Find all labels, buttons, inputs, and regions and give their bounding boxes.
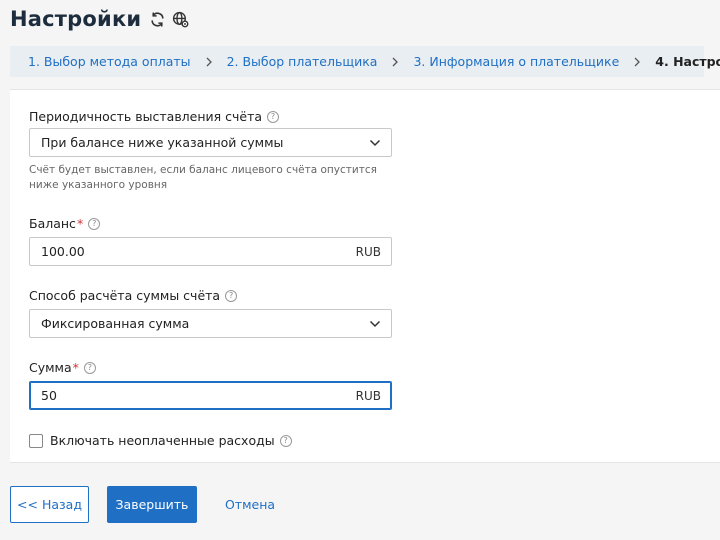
back-button[interactable]: << Назад	[10, 486, 89, 523]
amount-label: Сумма * ?	[29, 360, 96, 375]
cancel-button[interactable]: Отмена	[213, 486, 287, 523]
help-icon[interactable]: ?	[88, 217, 101, 230]
chevron-down-icon	[369, 320, 381, 328]
required-mark: *	[72, 360, 79, 375]
include-unpaid-row[interactable]: Включать неоплаченные расходы ?	[29, 433, 292, 448]
refresh-icon[interactable]	[149, 11, 166, 28]
balance-input[interactable]: 100.00 RUB	[29, 237, 392, 266]
periodicity-hint: Счёт будет выставлен, если баланс лицево…	[29, 164, 377, 191]
calc-method-select[interactable]: Фиксированная сумма	[29, 309, 392, 338]
include-unpaid-label[interactable]: Включать неоплаченные расходы	[50, 433, 275, 448]
help-icon[interactable]: ?	[225, 289, 238, 302]
balance-label: Баланс * ?	[29, 216, 101, 231]
chevron-down-icon	[369, 139, 381, 147]
required-mark: *	[76, 216, 84, 231]
breadcrumb-step-settings: 4. Настройки	[655, 54, 720, 69]
currency-unit: RUB	[355, 388, 381, 403]
help-icon[interactable]: ?	[279, 434, 292, 447]
periodicity-select[interactable]: При балансе ниже указанной суммы	[29, 128, 392, 157]
chevron-right-icon	[205, 57, 213, 67]
breadcrumb-step-payer-info[interactable]: 3. Информация о плательщике	[413, 54, 619, 69]
settings-form: Периодичность выставления счёта ? При ба…	[10, 89, 720, 463]
page-header: Настройки	[10, 4, 189, 34]
page-title: Настройки	[10, 7, 142, 31]
breadcrumb-step-payer[interactable]: 2. Выбор плательщика	[227, 54, 378, 69]
chevron-right-icon	[633, 57, 641, 67]
include-unpaid-checkbox[interactable]	[29, 433, 43, 448]
periodicity-label: Периодичность выставления счёта ?	[29, 109, 280, 124]
breadcrumb-step-payment-method[interactable]: 1. Выбор метода оплаты	[28, 54, 191, 69]
help-icon[interactable]: ?	[83, 361, 96, 374]
amount-input[interactable]: 50 RUB	[29, 381, 392, 410]
help-icon[interactable]: ?	[267, 110, 280, 123]
finish-button[interactable]: Завершить	[107, 486, 197, 523]
currency-unit: RUB	[355, 244, 381, 259]
globe-settings-icon[interactable]	[172, 11, 189, 28]
breadcrumb: 1. Выбор метода оплаты 2. Выбор плательщ…	[10, 46, 720, 77]
calc-method-label: Способ расчёта суммы счёта ?	[29, 288, 238, 303]
chevron-right-icon	[391, 57, 399, 67]
